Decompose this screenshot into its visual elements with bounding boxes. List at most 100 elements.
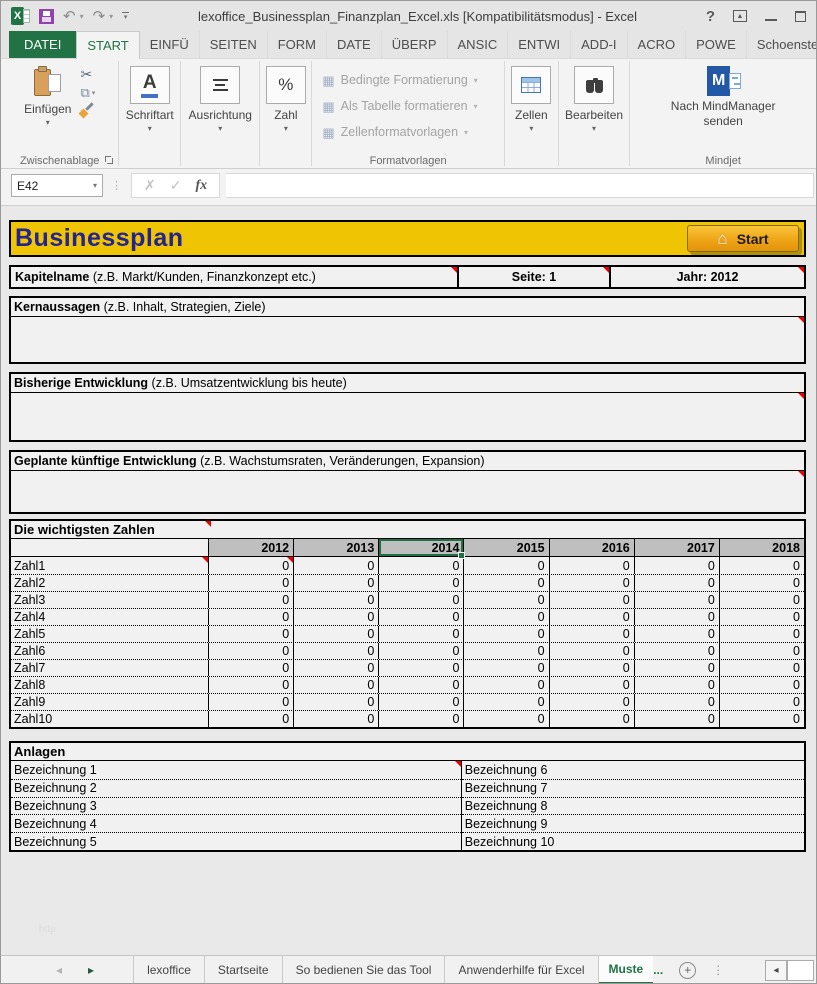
cell-zahl4-2014[interactable]: 0 (378, 609, 463, 625)
cell-zahl8-2015[interactable]: 0 (463, 677, 548, 693)
cell-zahl10-2015[interactable]: 0 (463, 711, 548, 727)
year-header-2013[interactable]: 2013 (293, 539, 378, 556)
cell-zahl3-2012[interactable]: 0 (208, 592, 293, 608)
cell-zahl9-2015[interactable]: 0 (463, 694, 548, 710)
year-cell[interactable]: Jahr: 2012 (609, 265, 806, 289)
copy-dropdown-icon[interactable]: ▾ (92, 89, 96, 97)
cell-zahl4-2018[interactable]: 0 (719, 609, 804, 625)
ribbon-tab-powe[interactable]: POWE (686, 31, 747, 58)
insert-function-icon[interactable]: fx (195, 178, 207, 194)
sheet-tab-so-bedienen-sie-das-tool[interactable]: So bedienen Sie das Tool (283, 956, 446, 984)
number-dropdown-icon[interactable]: ▾ (284, 124, 288, 133)
cell-zahl5-2013[interactable]: 0 (293, 626, 378, 642)
undo-icon[interactable]: ↶ (63, 9, 76, 24)
cell-zahl2-2015[interactable]: 0 (463, 575, 548, 591)
ribbon-tab-entwi[interactable]: ENTWI (508, 31, 571, 58)
cell-zahl2-2017[interactable]: 0 (634, 575, 719, 591)
cell-zahl8-2016[interactable]: 0 (549, 677, 634, 693)
hscroll-thumb[interactable] (787, 960, 814, 981)
row-label-zahl2[interactable]: Zahl2 (11, 575, 208, 591)
cell-zahl7-2015[interactable]: 0 (463, 660, 548, 676)
cell-styles-button[interactable]: ▦ Zellenformatvorlagen ▾ (316, 119, 500, 145)
section-kernaussagen-input[interactable] (11, 317, 804, 362)
cell-zahl5-2012[interactable]: 0 (208, 626, 293, 642)
cell-zahl1-2012[interactable]: 0 (208, 557, 293, 574)
attachment-item-bezeichnung-3[interactable]: Bezeichnung 3 (11, 797, 461, 815)
sheet-tab-anwenderhilfe-für-excel[interactable]: Anwenderhilfe für Excel (445, 956, 598, 984)
cell-zahl1-2018[interactable]: 0 (719, 557, 804, 574)
cell-zahl10-2014[interactable]: 0 (378, 711, 463, 727)
ribbon-tab-einfü[interactable]: EINFÜ (140, 31, 200, 58)
sheet-tab-startseite[interactable]: Startseite (205, 956, 283, 984)
attachment-item-bezeichnung-2[interactable]: Bezeichnung 2 (11, 779, 461, 797)
row-label-zahl8[interactable]: Zahl8 (11, 677, 208, 693)
cell-zahl3-2017[interactable]: 0 (634, 592, 719, 608)
cell-zahl9-2017[interactable]: 0 (634, 694, 719, 710)
cell-zahl10-2017[interactable]: 0 (634, 711, 719, 727)
cell-zahl10-2012[interactable]: 0 (208, 711, 293, 727)
cell-zahl1-2016[interactable]: 0 (549, 557, 634, 574)
cell-zahl8-2018[interactable]: 0 (719, 677, 804, 693)
row-label-zahl10[interactable]: Zahl10 (11, 711, 208, 727)
attachment-item-bezeichnung-8[interactable]: Bezeichnung 8 (462, 797, 804, 815)
cut-icon[interactable]: ✂ (80, 67, 92, 81)
ribbon-tab-datei[interactable]: DATEI (9, 31, 76, 58)
cell-zahl7-2012[interactable]: 0 (208, 660, 293, 676)
format-painter-icon[interactable] (80, 104, 94, 117)
cell-zahl1-2015[interactable]: 0 (463, 557, 548, 574)
hscroll-left-icon[interactable]: ◂ (765, 960, 787, 981)
page-number-cell[interactable]: Seite: 1 (457, 265, 611, 289)
year-header-2016[interactable]: 2016 (549, 539, 634, 556)
cell-zahl8-2013[interactable]: 0 (293, 677, 378, 693)
name-box-dropdown-icon[interactable]: ▾ (93, 181, 97, 190)
send-to-mindmanager-button[interactable]: M Nach MindManager senden (671, 64, 776, 129)
row-label-zahl3[interactable]: Zahl3 (11, 592, 208, 608)
quick-access-customize-icon[interactable]: ▾ (122, 12, 129, 21)
paste-dropdown-icon[interactable]: ▾ (46, 118, 50, 127)
new-sheet-icon[interactable]: + (679, 962, 696, 979)
cell-zahl5-2016[interactable]: 0 (549, 626, 634, 642)
paste-button[interactable]: Einfügen ▾ (24, 64, 71, 127)
cell-zahl10-2018[interactable]: 0 (719, 711, 804, 727)
cell-zahl2-2016[interactable]: 0 (549, 575, 634, 591)
formula-input[interactable] (226, 173, 814, 198)
cell-zahl9-2012[interactable]: 0 (208, 694, 293, 710)
row-label-zahl5[interactable]: Zahl5 (11, 626, 208, 642)
attachment-item-bezeichnung-1[interactable]: Bezeichnung 1 (11, 761, 461, 779)
cell-zahl4-2016[interactable]: 0 (549, 609, 634, 625)
alignment-button[interactable]: Ausrichtung ▾ (189, 64, 252, 133)
row-label-zahl6[interactable]: Zahl6 (11, 643, 208, 659)
cell-zahl9-2013[interactable]: 0 (293, 694, 378, 710)
cell-zahl9-2016[interactable]: 0 (549, 694, 634, 710)
table-corner-cell[interactable] (11, 539, 208, 556)
attachment-item-bezeichnung-6[interactable]: Bezeichnung 6 (462, 761, 804, 779)
section-bisherige-input[interactable] (11, 393, 804, 440)
cell-zahl2-2012[interactable]: 0 (208, 575, 293, 591)
cell-zahl4-2017[interactable]: 0 (634, 609, 719, 625)
minimize-icon[interactable] (765, 19, 777, 21)
redo-icon[interactable]: ↷ (93, 9, 106, 24)
cell-zahl1-2014[interactable]: 0 (378, 557, 463, 574)
year-header-2015[interactable]: 2015 (463, 539, 548, 556)
row-label-zahl4[interactable]: Zahl4 (11, 609, 208, 625)
ribbon-tab-date[interactable]: DATE (327, 31, 382, 58)
cell-zahl7-2014[interactable]: 0 (378, 660, 463, 676)
ribbon-tab-acro[interactable]: ACRO (628, 31, 687, 58)
cell-zahl3-2015[interactable]: 0 (463, 592, 548, 608)
enter-icon[interactable]: ✓ (170, 177, 182, 194)
cells-button[interactable]: Zellen ▾ (511, 64, 551, 133)
cell-zahl2-2013[interactable]: 0 (293, 575, 378, 591)
cell-zahl4-2015[interactable]: 0 (463, 609, 548, 625)
copy-icon[interactable]: ⧉ (80, 86, 89, 99)
ribbon-tab-add-i[interactable]: ADD-I (571, 31, 627, 58)
chapter-name-cell[interactable]: Kapitelname (z.B. Markt/Kunden, Finanzko… (9, 265, 459, 289)
maximize-icon[interactable] (795, 11, 806, 22)
attachment-item-bezeichnung-5[interactable]: Bezeichnung 5 (11, 832, 461, 850)
cell-zahl3-2013[interactable]: 0 (293, 592, 378, 608)
ribbon-tab-start[interactable]: START (76, 31, 139, 59)
sheet-bar-options-icon[interactable]: ⋮ (712, 956, 724, 984)
save-icon[interactable] (39, 9, 54, 24)
font-dropdown-icon[interactable]: ▾ (148, 124, 152, 133)
cell-zahl5-2014[interactable]: 0 (378, 626, 463, 642)
attachment-item-bezeichnung-4[interactable]: Bezeichnung 4 (11, 814, 461, 832)
